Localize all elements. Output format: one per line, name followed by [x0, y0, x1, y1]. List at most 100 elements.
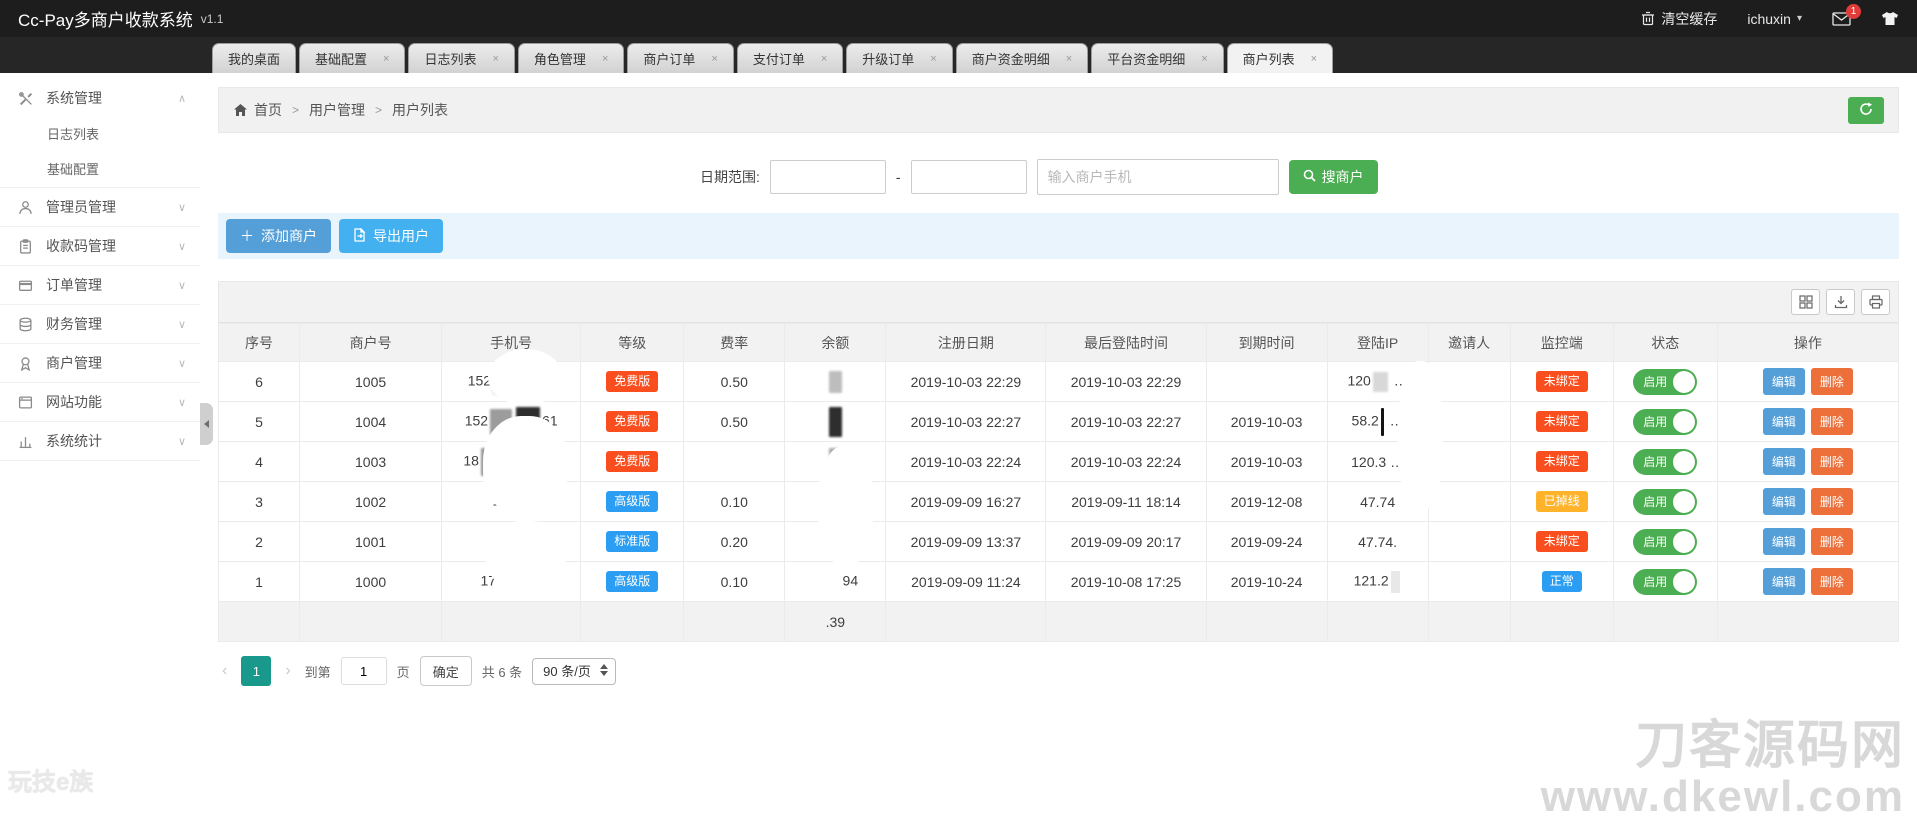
tab-close-icon[interactable]: × [711, 53, 717, 65]
clear-cache-button[interactable]: 清空缓存 [1641, 9, 1717, 29]
cell-expire-date: 2019-12-08 [1206, 482, 1327, 522]
sidebar-item-6[interactable]: 商户管理∨ [0, 344, 200, 382]
date-start-input[interactable] [770, 160, 886, 194]
add-merchant-button[interactable]: ＋ 添加商户 [226, 219, 331, 253]
cell-seq: 5 [219, 402, 300, 442]
sidebar-item-2[interactable]: 管理员管理∨ [0, 188, 200, 226]
cell-login-ip: 47.74. [1327, 522, 1428, 562]
top-bar: Cc-Pay多商户收款系统 v1.1 清空缓存 ichuxin ▾ 1 [0, 0, 1917, 37]
tab-close-icon[interactable]: × [602, 53, 608, 65]
tab-3[interactable]: 日志列表× [408, 43, 514, 73]
tab-close-icon[interactable]: × [1311, 53, 1317, 65]
cell-status: 启用 [1613, 562, 1717, 602]
cell-level: 免费版 [581, 362, 684, 402]
sidebar-item-5[interactable]: 财务管理∨ [0, 305, 200, 343]
delete-button[interactable]: 删除 [1811, 448, 1853, 475]
status-badge: 未绑定 [1536, 451, 1588, 471]
chevron-down-icon: ∨ [178, 201, 186, 214]
tab-label: 升级订单 [862, 49, 914, 68]
tab-close-icon[interactable]: × [1201, 53, 1207, 65]
sidebar-subitem-基础配置[interactable]: 基础配置 [0, 152, 200, 187]
delete-button[interactable]: 删除 [1811, 408, 1853, 435]
export-users-button[interactable]: 导出用户 [339, 219, 443, 253]
goto-page-label: 到第 [305, 662, 331, 681]
summary-cell [581, 602, 684, 642]
user-menu[interactable]: ichuxin ▾ [1747, 11, 1802, 27]
edit-button[interactable]: 编辑 [1763, 448, 1805, 475]
sidebar-item-7[interactable]: 网站功能∨ [0, 383, 200, 421]
merchant-phone-input[interactable] [1037, 159, 1279, 195]
cell-register-date: 2019-09-09 13:37 [886, 522, 1046, 562]
goto-page-input[interactable] [341, 657, 387, 685]
tab-2[interactable]: 基础配置 × [299, 43, 405, 73]
tab-close-icon[interactable]: × [492, 53, 498, 65]
sidebar-collapse-handle[interactable] [200, 403, 213, 445]
tab-close-icon[interactable]: × [930, 53, 936, 65]
tab-1[interactable]: 我的桌面 [212, 43, 296, 73]
tab-5[interactable]: 商户订单× [627, 43, 733, 73]
status-toggle[interactable]: 启用 [1633, 529, 1697, 555]
cell-inviter [1428, 482, 1510, 522]
messages-button[interactable]: 1 [1832, 12, 1851, 26]
delete-button[interactable]: 删除 [1811, 368, 1853, 395]
status-toggle[interactable]: 启用 [1633, 409, 1697, 435]
date-end-input[interactable] [911, 160, 1027, 194]
download-icon-button[interactable] [1826, 289, 1855, 315]
toggle-knob [1673, 411, 1695, 433]
per-page-value: 90 条/页 [543, 664, 591, 679]
table-head: 序号商户号手机号等级费率余额注册日期最后登陆时间到期时间登陆IP邀请人监控端状态… [219, 324, 1899, 362]
export-users-label: 导出用户 [373, 226, 429, 246]
tab-7[interactable]: 升级订单 × [846, 43, 952, 73]
delete-button[interactable]: 删除 [1811, 568, 1853, 595]
cell-operations: 编辑删除 [1717, 442, 1898, 482]
tab-6[interactable]: 支付订单× [737, 43, 843, 73]
goto-confirm-button[interactable]: 确定 [420, 656, 472, 686]
breadcrumb-item[interactable]: 用户管理 [309, 100, 365, 120]
edit-button[interactable]: 编辑 [1763, 528, 1805, 555]
clear-cache-label: 清空缓存 [1661, 9, 1717, 29]
tab-8[interactable]: 商户资金明细× [956, 43, 1088, 73]
search-merchant-button[interactable]: 搜商户 [1289, 160, 1378, 194]
edit-button[interactable]: 编辑 [1763, 368, 1805, 395]
merchant-table-card: 序号商户号手机号等级费率余额注册日期最后登陆时间到期时间登陆IP邀请人监控端状态… [218, 281, 1899, 642]
status-toggle[interactable]: 启用 [1633, 449, 1697, 475]
sidebar-item-4[interactable]: 订单管理∨ [0, 266, 200, 304]
refresh-button[interactable] [1848, 97, 1884, 124]
breadcrumb-home[interactable]: 首页 [254, 100, 282, 120]
column-header: 商户号 [300, 324, 442, 362]
tab-9[interactable]: 平台资金明细× [1091, 43, 1223, 73]
delete-button[interactable]: 删除 [1811, 488, 1853, 515]
cell-login-ip: 120 … [1327, 362, 1428, 402]
tab-label: 基础配置 [315, 49, 367, 68]
prev-page-button[interactable]: ‹ [218, 662, 231, 680]
cell-phone: 171 [442, 562, 581, 602]
date-range-label: 日期范围: [700, 167, 760, 187]
current-page-button[interactable]: 1 [241, 656, 271, 686]
sidebar-item-8[interactable]: 系统统计∨ [0, 422, 200, 460]
theme-button[interactable] [1881, 11, 1899, 26]
toggle-knob [1673, 491, 1695, 513]
tab-10[interactable]: 商户列表× [1227, 43, 1333, 73]
print-icon-button[interactable] [1861, 289, 1890, 315]
edit-button[interactable]: 编辑 [1763, 408, 1805, 435]
watermark-line2: www.dkewl.com [1541, 774, 1905, 819]
status-badge: 未绑定 [1536, 531, 1588, 551]
status-toggle[interactable]: 启用 [1633, 369, 1697, 395]
sidebar-item-3[interactable]: 收款码管理∨ [0, 227, 200, 265]
tab-close-icon[interactable]: × [383, 53, 389, 65]
sidebar-item-1[interactable]: 系统管理∧ [0, 79, 200, 117]
next-page-button[interactable]: › [281, 662, 294, 680]
delete-button[interactable]: 删除 [1811, 528, 1853, 555]
export-icon [353, 228, 366, 245]
tab-close-icon[interactable]: × [1066, 53, 1072, 65]
sidebar-subitem-日志列表[interactable]: 日志列表 [0, 117, 200, 152]
columns-grid-icon-button[interactable] [1791, 289, 1820, 315]
status-toggle[interactable]: 启用 [1633, 489, 1697, 515]
sidebar-group-1: 系统管理∧日志列表基础配置 [0, 79, 200, 188]
tab-4[interactable]: 角色管理× [518, 43, 624, 73]
edit-button[interactable]: 编辑 [1763, 488, 1805, 515]
status-toggle[interactable]: 启用 [1633, 569, 1697, 595]
per-page-select[interactable]: 90 条/页 [532, 658, 616, 685]
edit-button[interactable]: 编辑 [1763, 568, 1805, 595]
tab-close-icon[interactable]: × [821, 53, 827, 65]
